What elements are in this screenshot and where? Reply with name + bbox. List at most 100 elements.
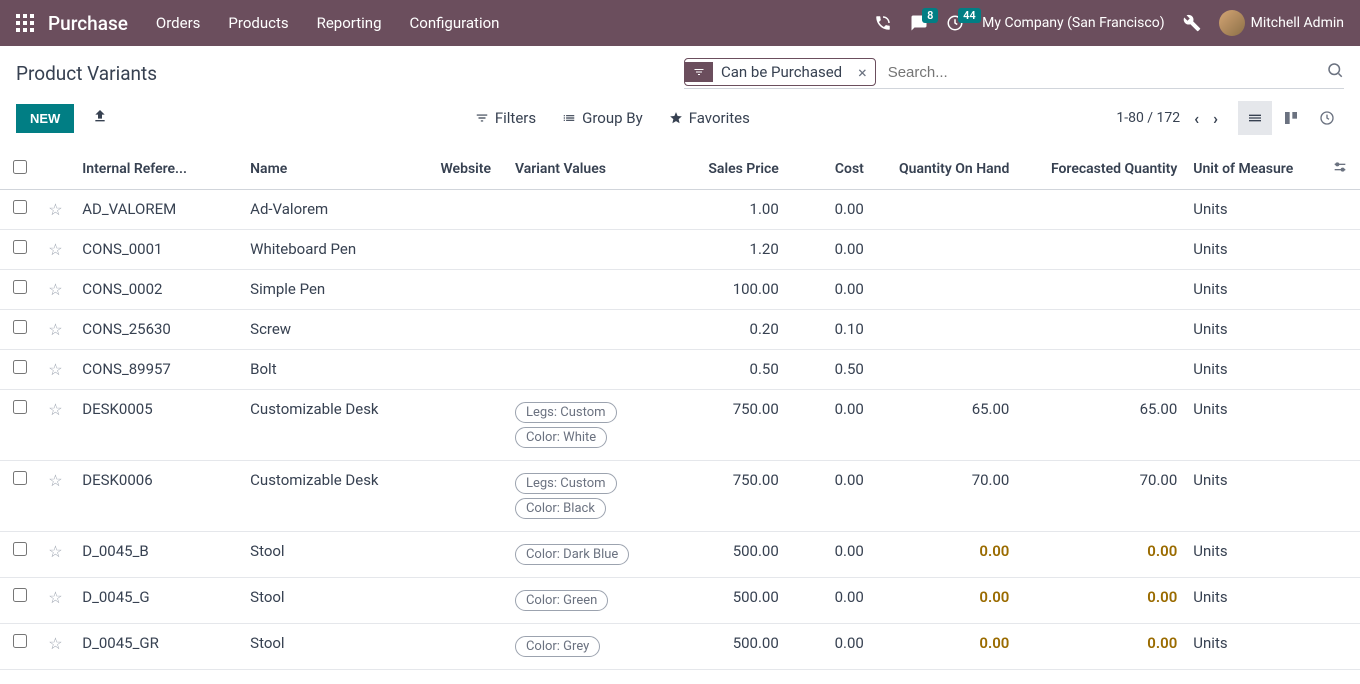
col-quantity-on-hand[interactable]: Quantity On Hand [872,149,1018,190]
col-name[interactable]: Name [242,149,432,190]
row-checkbox[interactable] [13,542,27,556]
column-settings-icon[interactable] [1332,163,1348,179]
star-icon[interactable]: ☆ [48,360,62,379]
menu-reporting[interactable]: Reporting [317,14,382,32]
debug-icon[interactable] [1183,14,1201,32]
filter-chip: Can be Purchased × [684,58,876,86]
menu-orders[interactable]: Orders [156,14,201,32]
upload-icon[interactable] [92,108,108,128]
star-icon[interactable]: ☆ [48,200,62,219]
cell-name: Stool [242,532,432,578]
filter-remove-icon[interactable]: × [850,63,875,82]
row-checkbox[interactable] [13,588,27,602]
filter-icon [685,62,713,82]
star-icon[interactable]: ☆ [48,634,62,653]
search-bar[interactable]: Can be Purchased × [684,58,1344,89]
cell-variants: Legs: CustomColor: White [507,390,675,461]
star-icon[interactable]: ☆ [48,400,62,419]
company-selector[interactable]: My Company (San Francisco) [982,15,1164,31]
cell-uom: Units [1185,624,1319,670]
star-icon[interactable]: ☆ [48,320,62,339]
row-checkbox[interactable] [13,200,27,214]
cell-qoh: 0.00 [872,532,1018,578]
cell-sales-price: 0.50 [675,350,787,390]
cell-forecast: 0.00 [1017,532,1185,578]
table-row[interactable]: ☆ D_0045_G Stool Color: Green 500.00 0.0… [0,578,1360,624]
cell-uom: Units [1185,270,1319,310]
activities-badge: 44 [958,8,981,23]
cell-ref: AD_VALOREM [74,190,242,230]
table-row[interactable]: ☆ DESK0005 Customizable Desk Legs: Custo… [0,390,1360,461]
table-row[interactable]: ☆ DESK0006 Customizable Desk Legs: Custo… [0,461,1360,532]
table-row[interactable]: ☆ CONS_89957 Bolt 0.50 0.50 Units [0,350,1360,390]
cell-sales-price: 500.00 [675,578,787,624]
star-icon[interactable]: ☆ [48,471,62,490]
pager-range[interactable]: 1-80 / 172 [1116,110,1180,126]
user-menu[interactable]: Mitchell Admin [1219,10,1344,36]
row-checkbox[interactable] [13,280,27,294]
cell-cost: 0.00 [787,532,872,578]
variant-tag: Color: Black [515,498,606,519]
cell-sales-price: 500.00 [675,624,787,670]
col-forecasted-quantity[interactable]: Forecasted Quantity [1017,149,1185,190]
favorites-dropdown[interactable]: Favorites [669,109,750,127]
table-row[interactable]: ☆ CONS_0001 Whiteboard Pen 1.20 0.00 Uni… [0,230,1360,270]
app-name[interactable]: Purchase [48,12,128,35]
star-icon[interactable]: ☆ [48,280,62,299]
row-checkbox[interactable] [13,400,27,414]
kanban-view-button[interactable] [1274,101,1308,135]
cell-variants [507,310,675,350]
star-icon[interactable]: ☆ [48,240,62,259]
star-icon[interactable]: ☆ [48,588,62,607]
col-unit-of-measure[interactable]: Unit of Measure [1185,149,1319,190]
apps-icon[interactable] [16,14,34,32]
cell-qoh: 70.00 [872,461,1018,532]
cell-qoh: 0.00 [872,578,1018,624]
col-cost[interactable]: Cost [787,149,872,190]
row-checkbox[interactable] [13,360,27,374]
col-website[interactable]: Website [432,149,507,190]
messages-icon[interactable]: 8 [910,14,928,32]
col-internal-reference[interactable]: Internal Refere... [74,149,242,190]
activity-view-button[interactable] [1310,101,1344,135]
cell-qoh: 0.00 [872,624,1018,670]
table-row[interactable]: ☆ D_0045_GR Stool Color: Grey 500.00 0.0… [0,624,1360,670]
star-icon[interactable]: ☆ [48,542,62,561]
cell-website [432,461,507,532]
activities-icon[interactable]: 44 [946,14,964,32]
favorites-label: Favorites [689,109,750,127]
table-row[interactable]: ☆ D_0045_B Stool Color: Dark Blue 500.00… [0,532,1360,578]
cell-name: Simple Pen [242,270,432,310]
cell-forecast [1017,230,1185,270]
table-row[interactable]: ☆ CONS_25630 Screw 0.20 0.10 Units [0,310,1360,350]
cell-cost: 0.00 [787,578,872,624]
groupby-dropdown[interactable]: Group By [562,109,643,127]
pager-next-icon[interactable]: › [1213,109,1218,128]
pager: 1-80 / 172 ‹ › [1116,109,1218,128]
voip-icon[interactable] [874,14,892,32]
messages-badge: 8 [922,8,938,23]
search-input[interactable] [884,60,1326,85]
menu-configuration[interactable]: Configuration [410,14,500,32]
col-variant-values[interactable]: Variant Values [507,149,675,190]
table-row[interactable]: ☆ AD_VALOREM Ad-Valorem 1.00 0.00 Units [0,190,1360,230]
cell-cost: 0.10 [787,310,872,350]
select-all-checkbox[interactable] [13,160,27,174]
menu-products[interactable]: Products [228,14,288,32]
list-view-button[interactable] [1238,101,1272,135]
col-sales-price[interactable]: Sales Price [675,149,787,190]
cell-uom: Units [1185,310,1319,350]
cell-sales-price: 1.00 [675,190,787,230]
cell-name: Bolt [242,350,432,390]
row-checkbox[interactable] [13,471,27,485]
row-checkbox[interactable] [13,240,27,254]
table-row[interactable]: ☆ CONS_0002 Simple Pen 100.00 0.00 Units [0,270,1360,310]
search-icon[interactable] [1326,61,1344,83]
cell-uom: Units [1185,190,1319,230]
row-checkbox[interactable] [13,320,27,334]
pager-prev-icon[interactable]: ‹ [1194,109,1199,128]
filters-dropdown[interactable]: Filters [475,109,536,127]
cell-qoh: 65.00 [872,390,1018,461]
new-button[interactable]: NEW [16,104,74,133]
row-checkbox[interactable] [13,634,27,648]
